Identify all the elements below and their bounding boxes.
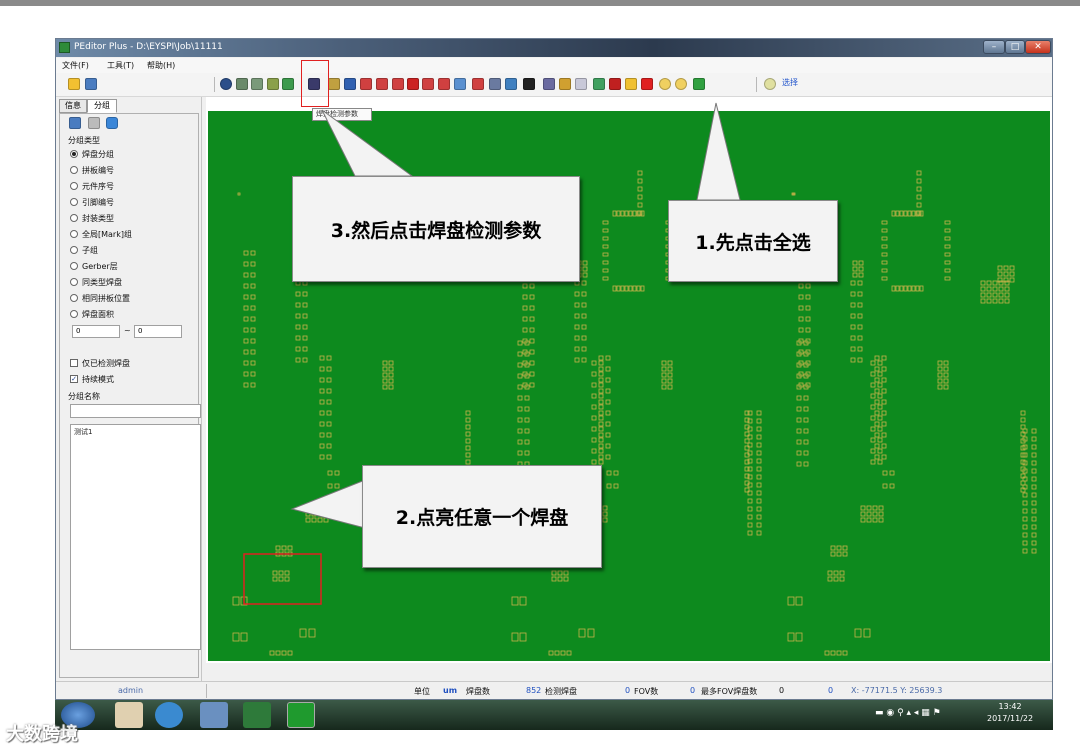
clock-time: 13:42 bbox=[998, 702, 1022, 711]
callout-1-pointer bbox=[696, 102, 741, 201]
callout-3-pointer bbox=[321, 109, 414, 177]
tray-icons[interactable]: ▬ ◉ ⚲ ▴ ◂ ▦ ⚑ bbox=[875, 708, 945, 722]
taskbar-clock[interactable]: 13:42 2017/11/22 bbox=[987, 701, 1033, 725]
taskbar-media-icon[interactable] bbox=[155, 702, 183, 728]
callout-step2: 2.点亮任意一个焊盘 bbox=[362, 465, 602, 568]
clock-date: 2017/11/22 bbox=[987, 714, 1034, 723]
callout-2-pointer bbox=[290, 479, 366, 529]
callout-step3: 3.然后点击焊盘检测参数 bbox=[292, 176, 580, 282]
callout-pointers bbox=[290, 102, 741, 529]
taskbar-peditor-icon[interactable] bbox=[287, 702, 315, 728]
watermark: 大数跨境 bbox=[6, 724, 78, 745]
taskbar-app-icon[interactable] bbox=[115, 702, 143, 728]
callout-step1: 1.先点击全选 bbox=[668, 200, 838, 282]
taskbar-network-icon[interactable] bbox=[200, 702, 228, 728]
taskbar-excel-icon[interactable] bbox=[243, 702, 271, 728]
windows-taskbar: ▬ ◉ ⚲ ▴ ◂ ▦ ⚑ 13:42 2017/11/22 bbox=[55, 700, 1053, 730]
